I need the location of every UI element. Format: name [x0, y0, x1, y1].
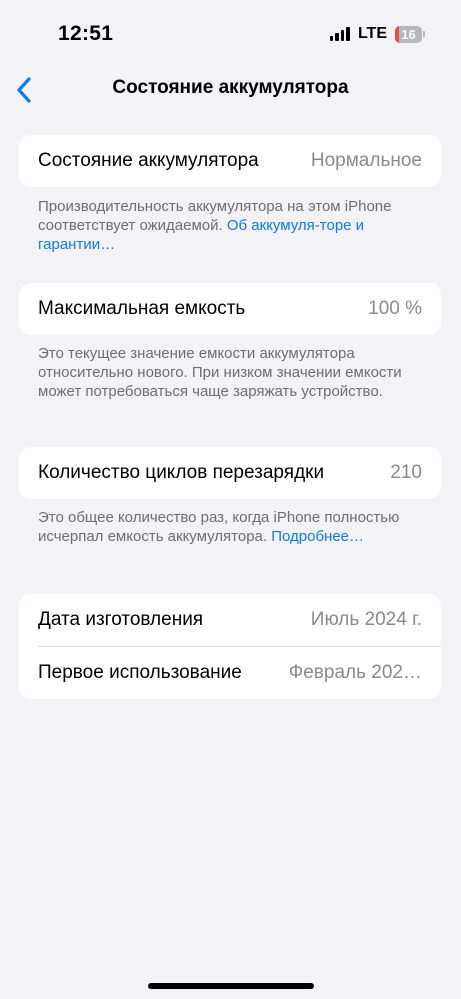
- network-type: LTE: [357, 25, 387, 42]
- max-capacity-value: 100 %: [368, 298, 422, 319]
- learn-more-link[interactable]: Подробнее…: [271, 528, 364, 545]
- cellular-signal-icon: [329, 27, 350, 41]
- status-time: 12:51: [58, 22, 114, 45]
- dates-group: Дата изготовления Июль 2024 г. Первое ис…: [19, 594, 441, 699]
- max-capacity-row: Максимальная емкость 100 %: [19, 283, 441, 335]
- home-indicator[interactable]: [148, 983, 314, 989]
- battery-health-group: Состояние аккумулятора Нормальное: [19, 135, 441, 187]
- max-capacity-label: Максимальная емкость: [38, 298, 246, 319]
- max-capacity-note: Это текущее значение емкости аккумулятор…: [38, 345, 402, 400]
- navigation-bar: Состояние аккумулятора: [0, 68, 461, 112]
- first-use-row: Первое использование Февраль 202…: [19, 647, 441, 699]
- cycle-count-row: Количество циклов перезарядки 210: [19, 447, 441, 499]
- battery-health-note: Производительность аккумулятора на этом …: [38, 197, 428, 254]
- first-use-label: Первое использование: [38, 662, 242, 683]
- cycle-count-note: Это общее количество раз, когда iPhone п…: [38, 508, 428, 546]
- first-use-value: Февраль 202…: [288, 662, 422, 683]
- manufacture-date-value: Июль 2024 г.: [310, 609, 422, 630]
- battery-health-label: Состояние аккумулятора: [38, 150, 259, 171]
- battery-icon: 16: [395, 25, 425, 43]
- manufacture-date-row: Дата изготовления Июль 2024 г.: [19, 594, 441, 646]
- max-capacity-group: Максимальная емкость 100 %: [19, 283, 441, 335]
- cycle-count-value: 210: [390, 462, 422, 483]
- status-indicators: LTE 16: [329, 25, 425, 43]
- battery-health-row[interactable]: Состояние аккумулятора Нормальное: [19, 135, 441, 187]
- battery-health-value: Нормальное: [310, 150, 422, 171]
- manufacture-date-label: Дата изготовления: [38, 609, 204, 630]
- status-bar: 12:51 LTE 16: [0, 0, 461, 68]
- cycle-count-label: Количество циклов перезарядки: [38, 462, 325, 483]
- battery-percent: 16: [401, 26, 416, 42]
- cycle-count-group: Количество циклов перезарядки 210: [19, 447, 441, 499]
- page-title: Состояние аккумулятора: [112, 77, 349, 98]
